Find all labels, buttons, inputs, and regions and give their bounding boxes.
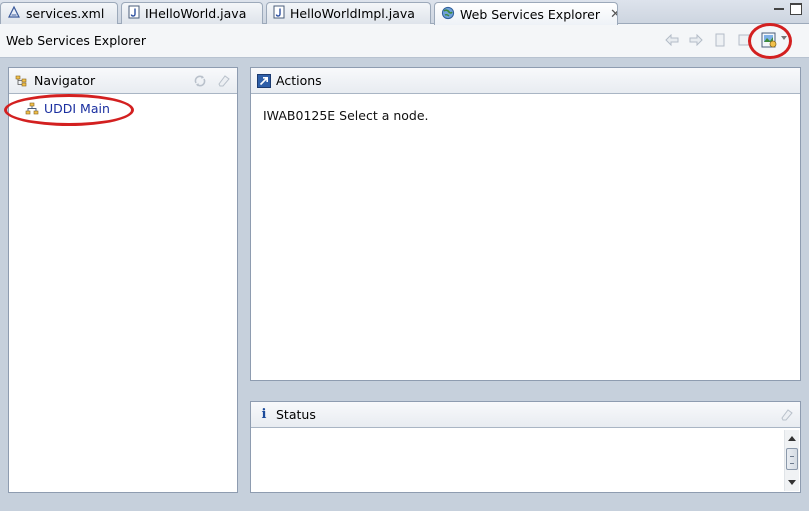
page-title: Web Services Explorer: [6, 33, 146, 48]
maximize-icon[interactable]: [790, 3, 802, 15]
favorites-icon[interactable]: [736, 32, 752, 48]
tab-ihelloworld-java[interactable]: IHelloWorld.java: [121, 2, 263, 24]
document-icon[interactable]: [712, 32, 728, 48]
back-arrow-icon[interactable]: [664, 32, 680, 48]
actions-panel: Actions IWAB0125E Select a node.: [250, 67, 801, 381]
tab-services-xml[interactable]: services.xml: [0, 2, 118, 24]
java-file-icon: [273, 5, 285, 22]
info-icon: i: [257, 407, 271, 422]
eraser-icon[interactable]: [217, 74, 231, 88]
status-panel: i Status: [250, 401, 801, 493]
tab-label: HelloWorldImpl.java: [290, 6, 415, 21]
eraser-icon[interactable]: [780, 408, 794, 422]
scroll-down-icon[interactable]: [788, 480, 796, 485]
xml-file-icon: [7, 5, 21, 22]
chevron-down-icon[interactable]: [781, 36, 787, 40]
tree-item-uddi-main[interactable]: UDDI Main: [25, 101, 110, 116]
uddi-tree-icon: [25, 102, 39, 116]
navigator-panel: Navigator UDDI Main: [8, 67, 238, 493]
tab-label: Web Services Explorer: [460, 6, 600, 22]
navigator-title: Navigator: [34, 73, 96, 88]
tab-label: IHelloWorld.java: [145, 6, 247, 21]
actions-arrow-icon: [257, 73, 271, 88]
info-glyph: i: [261, 407, 267, 422]
tab-label: services.xml: [26, 6, 105, 21]
uddi-page-icon[interactable]: [760, 31, 778, 49]
actions-header: Actions: [251, 68, 800, 94]
actions-message: IWAB0125E Select a node.: [263, 108, 429, 123]
forward-arrow-icon[interactable]: [688, 32, 704, 48]
editor-tab-bar: services.xml IHelloWorld.java HelloWorld…: [0, 0, 809, 25]
scroll-thumb[interactable]: [786, 448, 798, 470]
status-scrollbar[interactable]: [784, 430, 799, 491]
status-header: i Status: [251, 402, 800, 428]
tab-helloworldimpl-java[interactable]: HelloWorldImpl.java: [266, 2, 431, 24]
sync-icon[interactable]: [193, 74, 207, 88]
actions-title: Actions: [276, 73, 322, 88]
navigator-icon: [15, 75, 29, 87]
globe-icon: [441, 6, 455, 23]
navigator-header: Navigator: [9, 68, 237, 94]
tab-web-services-explorer[interactable]: Web Services Explorer ✕: [434, 2, 618, 25]
explorer-title-bar: Web Services Explorer: [0, 24, 809, 58]
scroll-up-icon[interactable]: [788, 436, 796, 441]
close-icon[interactable]: ✕: [610, 8, 617, 21]
tree-item-label: UDDI Main: [44, 101, 110, 116]
java-file-icon: [128, 5, 140, 22]
minimize-icon[interactable]: [773, 3, 785, 15]
status-title: Status: [276, 407, 316, 422]
